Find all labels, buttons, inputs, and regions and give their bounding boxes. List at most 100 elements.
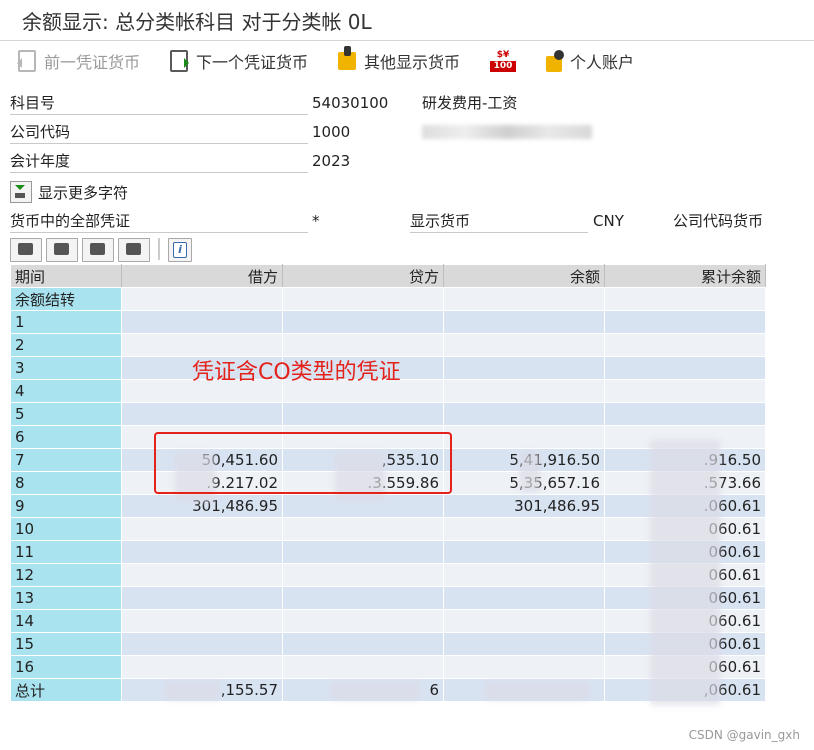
layout-button[interactable] <box>118 238 150 262</box>
year-value: 2023 <box>312 152 351 170</box>
personal-account-button[interactable]: 个人账户 <box>546 49 634 73</box>
all-docs-label: 货币中的全部凭证 <box>10 210 308 233</box>
cell-debit[interactable] <box>121 540 283 564</box>
cell-debit[interactable] <box>121 632 283 656</box>
cell-debit[interactable] <box>121 563 283 587</box>
next-document-icon <box>170 50 190 72</box>
cell-credit[interactable] <box>282 563 444 587</box>
person-icon <box>546 50 565 72</box>
info-button[interactable]: i <box>168 238 192 262</box>
header-period[interactable]: 期间 <box>10 264 122 288</box>
cell-credit[interactable] <box>282 586 444 610</box>
currency-icon: $¥ 100 <box>490 50 517 72</box>
cell-credit[interactable] <box>282 402 444 426</box>
cell-period: 9 <box>10 494 122 518</box>
cell-balance <box>443 287 605 311</box>
cell-cumulative <box>604 310 766 334</box>
cell-balance <box>443 563 605 587</box>
all-docs-value: * <box>312 212 320 230</box>
redaction-smear <box>485 682 590 700</box>
cell-debit[interactable] <box>121 402 283 426</box>
year-row: 会计年度 2023 <box>10 150 810 174</box>
table-row[interactable]: 5 <box>10 402 766 426</box>
cell-credit[interactable] <box>282 655 444 679</box>
header-cumulative[interactable]: 累计余额 <box>604 264 766 288</box>
cell-period: 4 <box>10 379 122 403</box>
show-more-chars-label: 显示更多字符 <box>38 183 129 202</box>
cell-debit[interactable] <box>121 310 283 334</box>
cell-period: 5 <box>10 402 122 426</box>
cell-balance <box>443 333 605 357</box>
cell-balance <box>443 379 605 403</box>
export-icon <box>90 243 105 255</box>
annotation-box <box>154 432 452 494</box>
layout-icon <box>126 243 141 255</box>
cell-balance <box>443 402 605 426</box>
cell-credit[interactable] <box>282 517 444 541</box>
account-row: 科目号 54030100 研发费用-工资 <box>10 92 810 116</box>
cell-debit[interactable] <box>121 655 283 679</box>
cell-balance <box>443 310 605 334</box>
details-icon <box>54 243 69 255</box>
redaction-smear <box>165 682 220 700</box>
table-header-row: 期间 借方 贷方 余额 累计余额 <box>10 264 766 288</box>
account-label: 科目号 <box>10 92 308 115</box>
window-title: 余额显示: 总分类帐科目 对于分类帐 0L <box>0 0 814 41</box>
prev-currency-button[interactable]: 前一凭证货币 <box>17 49 140 73</box>
company-currency-label: 公司代码货币 <box>673 212 764 230</box>
cell-cumulative <box>604 287 766 311</box>
currency-icon-top: $¥ <box>496 50 510 60</box>
header-credit[interactable]: 贷方 <box>282 264 444 288</box>
grid-toolbar: i <box>10 238 192 262</box>
cell-credit[interactable] <box>282 310 444 334</box>
cell-balance <box>443 517 605 541</box>
cell-credit[interactable] <box>282 540 444 564</box>
cell-cumulative <box>604 379 766 403</box>
cell-balance <box>443 655 605 679</box>
print-button[interactable] <box>10 238 42 262</box>
cell-balance: 301,486.95 <box>443 494 605 518</box>
cell-credit[interactable] <box>282 609 444 633</box>
expand-icon <box>10 181 32 203</box>
redaction-smear <box>330 682 420 700</box>
toolbar: 前一凭证货币 下一个凭证货币 其他显示货币 $¥ 100 个人账户 <box>0 41 814 81</box>
details-button[interactable] <box>46 238 78 262</box>
table-row[interactable]: 1 <box>10 310 766 334</box>
header-balance[interactable]: 余额 <box>443 264 605 288</box>
other-currency-icon <box>338 46 357 70</box>
other-currency-label: 其他显示货币 <box>364 53 461 72</box>
cell-balance <box>443 425 605 449</box>
cell-credit[interactable] <box>282 287 444 311</box>
currency-icon-button[interactable]: $¥ 100 <box>490 50 517 72</box>
redaction-smear <box>650 440 720 705</box>
display-currency-label: 显示货币 <box>410 210 588 233</box>
table-row[interactable]: 余额结转 <box>10 287 766 311</box>
cell-period: 15 <box>10 632 122 656</box>
print-icon <box>18 243 33 255</box>
watermark: CSDN @gavin_gxh <box>688 728 800 742</box>
cell-period: 13 <box>10 586 122 610</box>
export-button[interactable] <box>82 238 114 262</box>
next-currency-button[interactable]: 下一个凭证货币 <box>170 49 308 73</box>
cell-period: 3 <box>10 356 122 380</box>
cell-period: 2 <box>10 333 122 357</box>
annotation-text: 凭证含CO类型的凭证 <box>192 360 401 385</box>
cell-period: 6 <box>10 425 122 449</box>
redaction-smear <box>520 452 540 492</box>
cell-debit[interactable] <box>121 517 283 541</box>
currency-icon-bottom: 100 <box>490 61 517 72</box>
company-name-blurred <box>422 125 592 139</box>
currency-row: 货币中的全部凭证 * 显示货币 CNY 公司代码货币 <box>10 210 810 234</box>
cell-credit[interactable] <box>282 632 444 656</box>
cell-balance <box>443 586 605 610</box>
toolbar-separator <box>158 238 160 260</box>
other-currency-button[interactable]: 其他显示货币 <box>338 46 461 73</box>
cell-cumulative <box>604 356 766 380</box>
cell-debit[interactable] <box>121 586 283 610</box>
company-value: 1000 <box>312 123 351 141</box>
show-more-chars-button[interactable]: 显示更多字符 <box>10 180 128 204</box>
cell-balance <box>443 609 605 633</box>
header-debit[interactable]: 借方 <box>121 264 283 288</box>
cell-debit[interactable] <box>121 609 283 633</box>
cell-debit[interactable] <box>121 287 283 311</box>
